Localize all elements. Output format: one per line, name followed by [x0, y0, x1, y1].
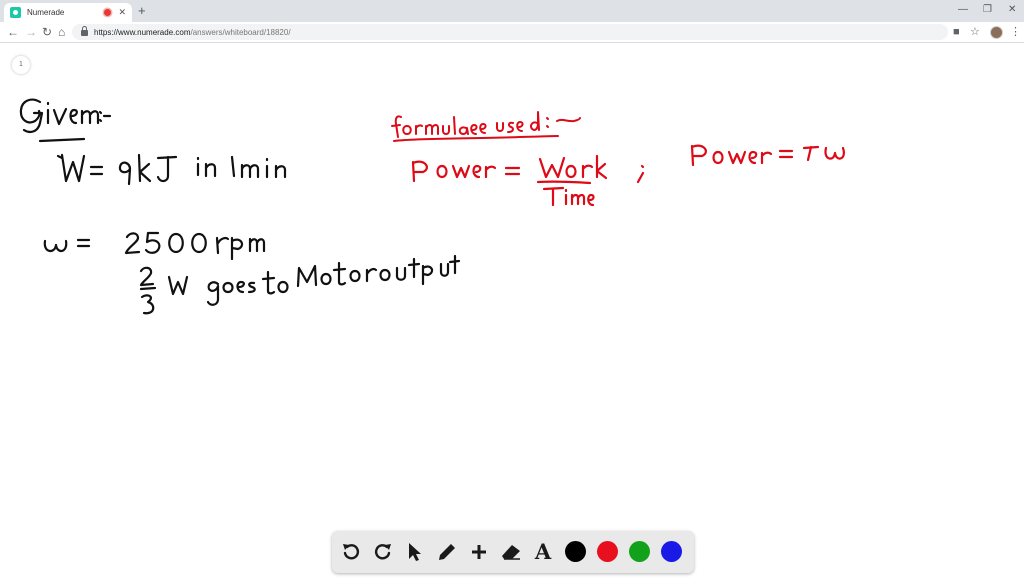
lock-icon — [81, 26, 88, 36]
color-blue-swatch[interactable] — [661, 541, 682, 562]
select-arrow-icon[interactable] — [403, 540, 427, 564]
numerade-favicon-icon — [10, 7, 21, 18]
tab-close-icon[interactable]: ✕ — [118, 8, 126, 17]
profile-avatar[interactable] — [990, 26, 1003, 39]
color-green-swatch[interactable] — [629, 541, 650, 562]
handwriting-power-work-time — [411, 154, 608, 207]
reload-icon[interactable]: ↻ — [42, 24, 52, 40]
browser-tab[interactable]: Numerade ✕ — [4, 3, 132, 22]
handwriting-angular-speed — [43, 231, 266, 261]
tab-bar: Numerade ✕ + — ❐ ✕ — [0, 0, 1024, 22]
url-path: /answers/whiteboard/18820/ — [190, 27, 291, 37]
maximize-button[interactable]: ❐ — [983, 4, 992, 16]
address-bar[interactable]: https://www.numerade.com/answers/whitebo… — [72, 24, 948, 40]
video-camera-icon[interactable]: ■ — [953, 24, 960, 40]
undo-icon[interactable] — [339, 540, 363, 564]
handwriting-formulae-heading — [391, 111, 581, 142]
handwriting-work-value — [56, 153, 287, 186]
recording-indicator-icon — [104, 9, 112, 16]
color-red-swatch[interactable] — [597, 541, 618, 562]
menu-kebab-icon[interactable]: ⋮ — [1010, 24, 1021, 40]
whiteboard-canvas[interactable] — [0, 43, 1024, 531]
handwriting-semicolon — [636, 164, 645, 184]
close-window-button[interactable]: ✕ — [1008, 4, 1016, 16]
whiteboard-toolbar: A — [332, 531, 694, 573]
tab-title: Numerade — [27, 8, 65, 17]
pen-icon[interactable] — [435, 540, 459, 564]
text-tool-icon[interactable]: A — [531, 540, 555, 564]
home-icon[interactable]: ⌂ — [58, 24, 65, 40]
back-icon[interactable]: ← — [7, 24, 19, 40]
url-host: https://www.numerade.com — [94, 27, 191, 37]
add-icon[interactable] — [467, 540, 491, 564]
new-tab-button[interactable]: + — [138, 4, 146, 17]
eraser-icon[interactable] — [499, 540, 523, 564]
url-text: https://www.numerade.com/answers/whitebo… — [94, 28, 291, 37]
handwriting-power-torque — [690, 144, 845, 167]
minimize-button[interactable]: — — [958, 4, 968, 16]
navigation-bar: ← → ↻ ⌂ https://www.numerade.com/answers… — [0, 22, 1024, 43]
bookmark-star-icon[interactable]: ☆ — [970, 24, 980, 40]
color-black-swatch[interactable] — [565, 541, 586, 562]
forward-icon[interactable]: → — [25, 24, 37, 40]
handwriting-motor-fraction — [139, 254, 461, 315]
handwriting-given-heading — [19, 98, 112, 143]
redo-icon[interactable] — [371, 540, 395, 564]
